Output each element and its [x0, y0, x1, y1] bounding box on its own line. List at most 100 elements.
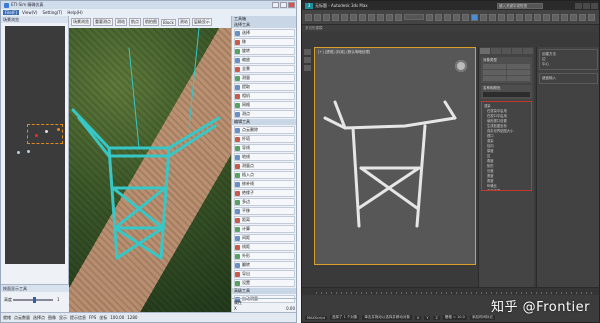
toolbar-button-icon[interactable]: [350, 13, 357, 21]
toolbar-button-icon[interactable]: [341, 13, 348, 21]
toolbar-button-icon[interactable]: [525, 13, 532, 21]
3dsmax-logo-icon[interactable]: 3: [305, 2, 313, 9]
toolbar-button-icon[interactable]: [552, 13, 559, 21]
view-tab[interactable]: 航拍图: [143, 18, 159, 26]
tool-button[interactable]: 网格: [234, 101, 295, 109]
tool-icon[interactable]: [304, 57, 311, 63]
object-button[interactable]: [483, 76, 506, 81]
tool-button[interactable]: 旋转: [234, 47, 295, 55]
red-point-marker[interactable]: [35, 134, 38, 137]
motion-tab[interactable]: [512, 48, 523, 54]
keyboard-entry-title[interactable]: 键盘输入: [542, 76, 595, 81]
tool-button[interactable]: 多边: [234, 198, 295, 206]
close-icon[interactable]: [288, 2, 295, 8]
maximize-icon[interactable]: [280, 2, 287, 8]
tool-button[interactable]: 选择: [234, 29, 295, 37]
hierarchy-tab[interactable]: [501, 48, 512, 54]
modify-tab[interactable]: [490, 48, 501, 54]
tool-button[interactable]: 相机: [234, 92, 295, 100]
point-marker[interactable]: [17, 151, 20, 154]
toolbar-button-icon[interactable]: [368, 13, 375, 21]
close-icon[interactable]: [591, 2, 598, 9]
object-button[interactable]: [507, 76, 530, 81]
toolbar-button-icon[interactable]: [444, 13, 451, 21]
tool-button[interactable]: 导出: [234, 270, 295, 278]
property-value[interactable]: 0.00: [286, 306, 295, 311]
tool-icon[interactable]: [304, 65, 311, 71]
tool-button[interactable]: 提取: [234, 83, 295, 91]
tool-button[interactable]: 绝缘子: [234, 189, 295, 197]
minimize-icon[interactable]: [272, 2, 279, 8]
toolbar-button-icon[interactable]: [462, 13, 469, 21]
aerial-photo[interactable]: [69, 28, 231, 313]
perspective-viewport[interactable]: [+] [透视] [标准] [默认明暗处理]: [314, 47, 476, 265]
view-tab[interactable]: Block: [161, 18, 176, 26]
view-tab[interactable]: 层级显示: [191, 18, 212, 26]
search-input[interactable]: 键入关键字或短语: [497, 2, 543, 9]
view-tab[interactable]: 测站: [177, 18, 190, 26]
toolbar-button-icon[interactable]: [395, 13, 402, 21]
view-tab[interactable]: 重要测点: [93, 18, 113, 26]
toolbar-button-icon[interactable]: [507, 13, 514, 21]
toolbar-button-icon[interactable]: [543, 13, 550, 21]
creation-method-option[interactable]: 中心: [542, 62, 595, 67]
tool-button[interactable]: 地线: [234, 153, 295, 161]
rollout-title[interactable]: 对象类型: [483, 58, 530, 63]
toolbar-button-icon[interactable]: [516, 13, 523, 21]
view-tab[interactable]: 测站: [115, 18, 127, 26]
rollout-title[interactable]: 名称和颜色: [483, 86, 530, 91]
object-button[interactable]: [483, 64, 506, 69]
tool-button[interactable]: 平移: [234, 207, 295, 215]
toolbar-button-icon[interactable]: [314, 13, 321, 21]
toolbar-button-icon[interactable]: [588, 13, 595, 21]
tool-button[interactable]: 点云删除: [234, 126, 295, 134]
tool-button[interactable]: 测量点: [234, 162, 295, 170]
scene-preview[interactable]: [5, 26, 65, 264]
toolbar-button-icon[interactable]: [480, 13, 487, 21]
menu-file[interactable]: File(F): [3, 10, 20, 15]
menu-view[interactable]: View(V): [20, 10, 39, 15]
selection-filter-dropdown[interactable]: [404, 14, 424, 20]
tool-button[interactable]: 距离: [234, 216, 295, 224]
tool-button[interactable]: 杆塔: [234, 135, 295, 143]
object-button[interactable]: [483, 70, 506, 75]
view-tab[interactable]: 航点: [129, 18, 141, 26]
adjust-slider[interactable]: [13, 297, 53, 303]
toolbar-button-icon[interactable]: [498, 13, 505, 21]
object-button[interactable]: [507, 70, 530, 75]
toolbar-button-icon[interactable]: [323, 13, 330, 21]
orange-point-marker[interactable]: [57, 128, 60, 131]
tool-button[interactable]: 设置: [234, 279, 295, 287]
menu-help[interactable]: Help(H): [65, 10, 84, 15]
toolbar-button-icon[interactable]: [570, 13, 577, 21]
tool-button[interactable]: 外形: [234, 252, 295, 260]
display-tab[interactable]: [523, 48, 533, 54]
render-option[interactable]: 自动平滑: [484, 189, 529, 190]
toolbar-button-icon[interactable]: [426, 13, 433, 21]
toolbar-button-icon[interactable]: [305, 13, 312, 21]
tool-button[interactable]: 移: [234, 38, 295, 46]
white-point-marker[interactable]: [45, 130, 48, 133]
point-marker[interactable]: [27, 150, 30, 153]
toolbar-button-icon[interactable]: [377, 13, 384, 21]
tool-button[interactable]: 线距: [234, 243, 295, 251]
tool-button[interactable]: 翻转: [234, 261, 295, 269]
menu-setting[interactable]: Setting(T): [40, 10, 64, 15]
toolbar-button-icon[interactable]: [435, 13, 442, 21]
toolbar-button-icon[interactable]: [534, 13, 541, 21]
tool-button[interactable]: 计算: [234, 225, 295, 233]
minimize-icon[interactable]: [575, 2, 582, 9]
toolbar-button-icon[interactable]: [579, 13, 586, 21]
tool-button[interactable]: 修补线: [234, 180, 295, 188]
tool-button[interactable]: 导线: [234, 144, 295, 152]
ribbon-label[interactable]: 多边形建模: [305, 26, 323, 31]
tool-button[interactable]: 缩放: [234, 56, 295, 64]
object-button[interactable]: [507, 64, 530, 69]
tool-icon[interactable]: [304, 49, 311, 55]
toolbar-button-icon[interactable]: [332, 13, 339, 21]
slider-handle[interactable]: [33, 297, 36, 303]
toolbar-button-icon[interactable]: [489, 13, 496, 21]
toolbar-button-icon[interactable]: [386, 13, 393, 21]
view-tab[interactable]: 场景浏览: [71, 18, 91, 26]
tool-button[interactable]: 间距: [234, 234, 295, 242]
